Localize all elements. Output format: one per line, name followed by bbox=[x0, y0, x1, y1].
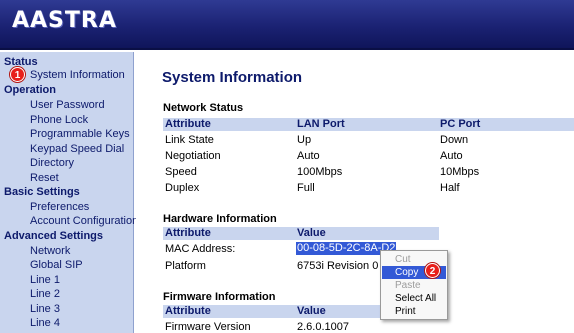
table-cell: Up bbox=[297, 134, 312, 146]
table-cell: Auto bbox=[440, 150, 463, 162]
sidebar-section-advanced-settings: Advanced Settings bbox=[4, 230, 104, 242]
table-cell: Firmware Version bbox=[165, 321, 251, 333]
table-cell: Auto bbox=[297, 150, 320, 162]
column-header: PC Port bbox=[440, 118, 481, 130]
column-header: Attribute bbox=[165, 118, 211, 130]
column-header: Value bbox=[297, 227, 326, 239]
context-menu-select-all[interactable]: Select All bbox=[382, 292, 446, 305]
main-content: System Information Network Status Attrib… bbox=[136, 52, 574, 333]
sidebar-item-system-information[interactable]: System Information bbox=[30, 69, 125, 81]
sidebar-section-operation: Operation bbox=[4, 84, 56, 96]
table-cell: Duplex bbox=[165, 182, 200, 194]
context-menu: Cut Copy Paste Select All Print bbox=[380, 250, 448, 320]
top-banner: AASTRA bbox=[0, 0, 574, 50]
sidebar-item-programmable-keys[interactable]: Programmable Keys bbox=[30, 128, 130, 140]
sidebar-item-line-3[interactable]: Line 3 bbox=[30, 303, 60, 315]
aastra-logo: AASTRA bbox=[12, 8, 117, 33]
table-cell: Link State bbox=[165, 134, 214, 146]
context-menu-print[interactable]: Print bbox=[382, 305, 446, 318]
table-cell: Half bbox=[440, 182, 460, 194]
context-menu-paste[interactable]: Paste bbox=[382, 279, 446, 292]
sidebar-nav: Status 1 System Information Operation Us… bbox=[0, 52, 138, 333]
sidebar-item-line-1[interactable]: Line 1 bbox=[30, 274, 60, 286]
table-cell: 100Mbps bbox=[297, 166, 343, 178]
sidebar-item-global-sip[interactable]: Global SIP bbox=[30, 259, 83, 271]
sidebar-item-preferences[interactable]: Preferences bbox=[30, 201, 89, 213]
firmware-information-title: Firmware Information bbox=[163, 291, 276, 303]
table-cell: 2.6.0.1007 bbox=[297, 321, 349, 333]
sidebar-section-status: Status bbox=[4, 56, 38, 68]
sidebar-item-line-2[interactable]: Line 2 bbox=[30, 288, 60, 300]
step-2-badge: 2 bbox=[425, 263, 440, 278]
sidebar-item-account-configuration[interactable]: Account Configuration bbox=[30, 215, 138, 227]
step-1-badge: 1 bbox=[10, 67, 25, 82]
column-header: Attribute bbox=[165, 305, 211, 317]
table-cell: Platform bbox=[165, 260, 206, 272]
network-status-header: Attribute LAN Port PC Port bbox=[163, 118, 574, 131]
table-cell: Negotiation bbox=[165, 150, 221, 162]
table-cell: Speed bbox=[165, 166, 197, 178]
column-header: Attribute bbox=[165, 227, 211, 239]
network-status-title: Network Status bbox=[163, 102, 244, 114]
hardware-information-title: Hardware Information bbox=[163, 213, 277, 225]
table-cell: Down bbox=[440, 134, 469, 146]
hardware-information-header: Attribute Value bbox=[163, 227, 439, 240]
column-header: LAN Port bbox=[297, 118, 345, 130]
sidebar-item-reset[interactable]: Reset bbox=[30, 172, 59, 184]
sidebar-item-phone-lock[interactable]: Phone Lock bbox=[30, 114, 88, 126]
sidebar-item-user-password[interactable]: User Password bbox=[30, 99, 105, 111]
column-header: Value bbox=[297, 305, 326, 317]
table-cell: Full bbox=[297, 182, 315, 194]
table-cell: 6753i Revision 0 bbox=[297, 260, 379, 272]
sidebar-item-line-4[interactable]: Line 4 bbox=[30, 317, 60, 329]
sidebar-section-basic-settings: Basic Settings bbox=[4, 186, 80, 198]
table-cell: MAC Address: bbox=[165, 243, 236, 255]
sidebar-item-network[interactable]: Network bbox=[30, 245, 70, 257]
sidebar-item-keypad-speed-dial[interactable]: Keypad Speed Dial bbox=[30, 143, 124, 155]
table-cell: 10Mbps bbox=[440, 166, 480, 178]
sidebar-item-directory[interactable]: Directory bbox=[30, 157, 74, 169]
page-title: System Information bbox=[162, 69, 303, 86]
